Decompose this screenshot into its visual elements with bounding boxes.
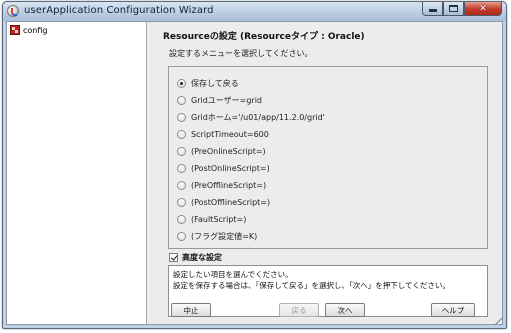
next-button[interactable]: 次へ — [325, 303, 365, 317]
page-instruction: 設定するメニューを選択してください。 — [169, 49, 313, 58]
wizard-window: userApplication Configuration Wizard ✕ c… — [2, 1, 507, 329]
minimize-button[interactable] — [422, 2, 443, 16]
menu-options-panel: 保存して戻る Gridユーザー=grid Gridホーム='/u01/app/1… — [168, 66, 488, 249]
option-flag-setting[interactable]: (フラグ設定値=K) — [177, 230, 257, 242]
next-button-label: 次へ — [337, 305, 353, 315]
radio-button[interactable] — [177, 129, 186, 139]
option-pre-online-script[interactable]: (PreOnlineScript=) — [177, 145, 266, 157]
title-bar[interactable]: userApplication Configuration Wizard ✕ — [3, 2, 506, 21]
advanced-settings-toggle[interactable]: 高度な設定 — [169, 252, 222, 263]
radio-button[interactable] — [177, 214, 186, 224]
help-button[interactable]: ヘルプ — [431, 303, 475, 317]
help-line-1: 設定したい項目を選んでください。 — [173, 270, 293, 279]
abort-button[interactable]: 中止 — [171, 303, 211, 317]
radio-button[interactable] — [177, 78, 186, 88]
option-label: (PostOfflineScript=) — [191, 197, 271, 207]
back-button-label: 戻る — [291, 305, 307, 315]
window-title: userApplication Configuration Wizard — [24, 5, 214, 16]
option-label: (フラグ設定値=K) — [191, 231, 258, 241]
option-label: ScriptTimeout=600 — [191, 129, 269, 139]
settings-pane: Resourceの設定 (Resourceタイプ : Oracle) 設定するメ… — [148, 22, 502, 324]
option-label: 保存して戻る — [191, 78, 239, 88]
radio-button[interactable] — [177, 95, 186, 105]
option-script-timeout[interactable]: ScriptTimeout=600 — [177, 128, 269, 140]
radio-button[interactable] — [177, 112, 186, 122]
help-button-label: ヘルプ — [441, 305, 465, 315]
option-post-online-script[interactable]: (PostOnlineScript=) — [177, 162, 270, 174]
abort-button-label: 中止 — [183, 305, 199, 315]
resize-grip-icon[interactable] — [495, 317, 503, 325]
tree-item-label: config — [23, 25, 48, 35]
option-label: (PostOnlineScript=) — [191, 163, 270, 173]
radio-button[interactable] — [177, 180, 186, 190]
close-icon: ✕ — [479, 3, 487, 14]
option-label: (PreOnlineScript=) — [191, 146, 266, 156]
option-fault-script[interactable]: (FaultScript=) — [177, 213, 246, 225]
help-line-2: 設定を保存する場合は、「保存して戻る」を選択し、「次へ」を押下してください。 — [173, 281, 450, 290]
radio-button[interactable] — [177, 146, 186, 156]
option-label: (FaultScript=) — [191, 214, 247, 224]
option-grid-home[interactable]: Gridホーム='/u01/app/11.2.0/grid' — [177, 111, 325, 123]
caption-buttons: ✕ — [422, 2, 502, 16]
maximize-icon — [449, 5, 458, 12]
close-button[interactable]: ✕ — [464, 2, 502, 16]
option-save-and-return[interactable]: 保存して戻る — [177, 77, 239, 89]
radio-button[interactable] — [177, 197, 186, 207]
radio-button[interactable] — [177, 163, 186, 173]
option-grid-user[interactable]: Gridユーザー=grid — [177, 94, 262, 106]
option-label: (PreOfflineScript=) — [191, 180, 267, 190]
option-label: Gridユーザー=grid — [191, 95, 262, 105]
advanced-settings-label: 高度な設定 — [182, 253, 222, 262]
back-button[interactable]: 戻る — [279, 303, 319, 317]
config-tree-pane: config — [7, 22, 147, 324]
maximize-button[interactable] — [443, 2, 464, 16]
config-node-icon — [10, 25, 20, 35]
option-pre-offline-script[interactable]: (PreOfflineScript=) — [177, 179, 266, 191]
wizard-client-area: config Resourceの設定 (Resourceタイプ : Oracle… — [6, 21, 503, 325]
page-title: Resourceの設定 (Resourceタイプ : Oracle) — [163, 32, 365, 42]
tree-item-config[interactable]: config — [10, 25, 47, 35]
java-app-icon — [7, 5, 19, 17]
option-post-offline-script[interactable]: (PostOfflineScript=) — [177, 196, 270, 208]
minimize-icon — [428, 9, 437, 12]
radio-button[interactable] — [177, 231, 186, 241]
option-label: Gridホーム='/u01/app/11.2.0/grid' — [191, 112, 325, 122]
advanced-settings-checkbox[interactable] — [169, 253, 178, 262]
